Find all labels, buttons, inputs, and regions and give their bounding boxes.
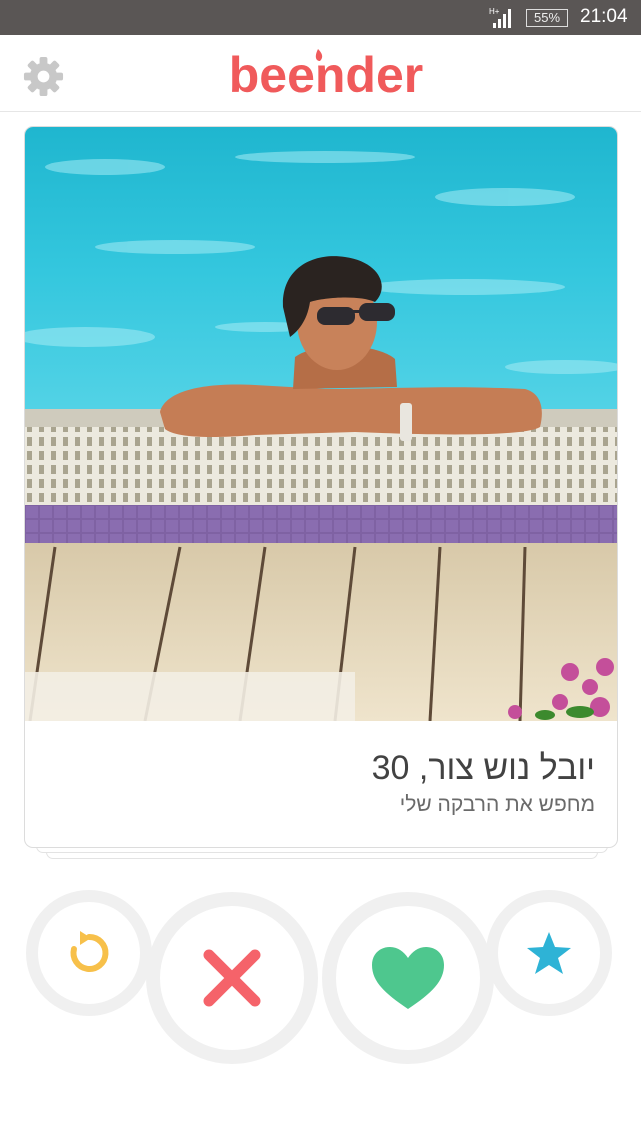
undo-button[interactable] — [26, 890, 152, 1016]
svg-text:H+: H+ — [489, 7, 500, 16]
status-time: 21:04 — [580, 6, 628, 27]
dislike-button[interactable] — [146, 892, 318, 1064]
undo-icon — [70, 931, 109, 972]
close-icon — [203, 949, 261, 1007]
profile-info: יובל נוש צור, 30 מחפש את הרבקה שלי — [25, 721, 617, 847]
signal-icon: H+ — [489, 7, 511, 28]
heart-icon — [372, 947, 444, 1009]
like-button[interactable] — [322, 892, 494, 1064]
superlike-button[interactable] — [486, 890, 612, 1016]
battery-indicator: 55% — [526, 9, 568, 27]
status-bar: H+ 55% 21:04 — [0, 0, 641, 35]
profile-photo — [25, 127, 617, 721]
app-logo: beender — [229, 47, 424, 103]
star-icon — [527, 932, 571, 974]
svg-text:beender: beender — [229, 47, 424, 103]
profile-name-age: יובל נוש צור, 30 — [371, 749, 595, 787]
action-bar — [0, 880, 641, 1090]
card-stack-edge — [46, 852, 598, 859]
profile-card[interactable]: יובל נוש צור, 30 מחפש את הרבקה שלי — [24, 126, 618, 848]
profile-tagline: מחפש את הרבקה שלי — [399, 793, 595, 816]
app-header: beender — [0, 35, 641, 112]
